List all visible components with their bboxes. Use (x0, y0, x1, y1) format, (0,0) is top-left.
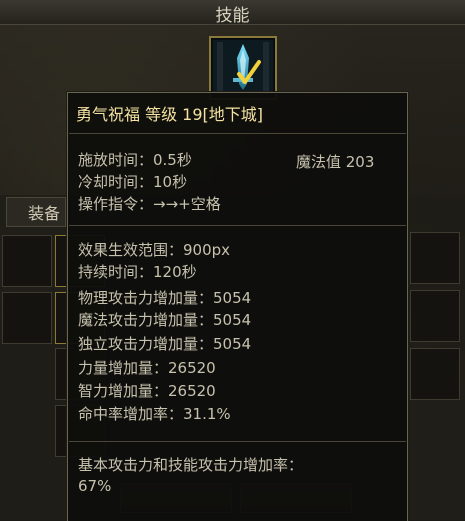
divider (69, 441, 406, 442)
avatar-slot[interactable] (410, 348, 460, 400)
effect-row: 效果生效范围：900px (78, 241, 231, 259)
divider (69, 225, 406, 226)
equip-slot-coat[interactable] (2, 235, 52, 287)
effect-row: 命中率增加率：31.1% (78, 405, 231, 423)
footer-value: 67% (78, 477, 112, 495)
effect-row: 独立攻击力增加量：5054 (78, 335, 252, 353)
title-bar: 技能 (0, 0, 465, 26)
skill-slot[interactable] (209, 36, 277, 100)
footer-description: 基本攻击力和技能攻击力增加率： (78, 456, 304, 474)
divider (69, 133, 406, 134)
avatar-slot[interactable] (410, 232, 460, 284)
skill-title: 勇气祝福 等级 19[地下城] (76, 105, 264, 124)
cast-time: 施放时间：0.5秒 (78, 151, 192, 169)
sword-check-icon (213, 40, 273, 96)
cooldown: 冷却时间：10秒 (78, 173, 188, 191)
effect-row: 持续时间：120秒 (78, 263, 197, 281)
effect-row: 物理攻击力增加量：5054 (78, 289, 252, 307)
mana-cost: 魔法值 203 (296, 153, 375, 171)
effect-row: 力量增加量：26520 (78, 359, 216, 377)
command: 操作指令：→→+空格 (78, 195, 221, 213)
avatar-slot[interactable] (410, 290, 460, 342)
equip-slot-belt[interactable] (2, 292, 52, 344)
window-title: 技能 (215, 6, 250, 26)
skill-tooltip: 勇气祝福 等级 19[地下城] 施放时间：0.5秒 魔法值 203 冷却时间：1… (67, 92, 408, 521)
effect-row: 智力增加量：26520 (78, 382, 216, 400)
effect-row: 魔法攻击力增加量：5054 (78, 311, 252, 329)
equipment-tab-label: 装备 (28, 204, 61, 223)
